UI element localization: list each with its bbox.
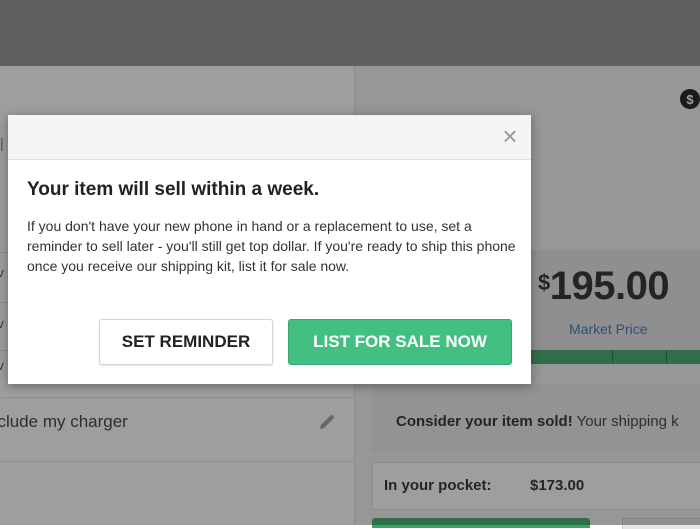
modal-body-text: If you don't have your new phone in hand… [27, 218, 516, 274]
sell-timing-modal: × Your item will sell within a week. If … [8, 115, 531, 384]
modal-title: Your item will sell within a week. [27, 179, 320, 200]
list-for-sale-button[interactable]: LIST FOR SALE NOW [288, 319, 512, 365]
set-reminder-button[interactable]: SET REMINDER [99, 319, 273, 365]
close-icon[interactable]: × [499, 123, 521, 149]
modal-header [8, 115, 531, 160]
